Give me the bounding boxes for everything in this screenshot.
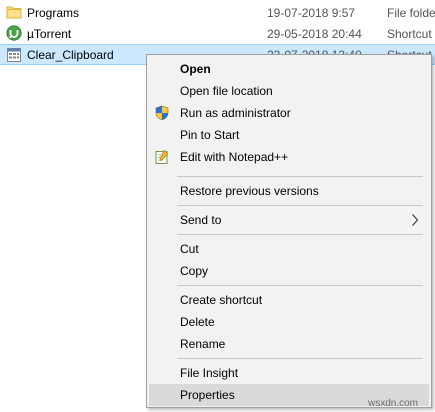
file-name: Clear_Clipboard [27, 47, 114, 62]
menu-item-create-shortcut[interactable]: Create shortcut [149, 289, 429, 311]
file-row-utorrent[interactable]: µTorrent 29-05-2018 20:44 Shortcut [0, 23, 435, 44]
watermark: wsxdn.com [368, 398, 419, 409]
menu-item-label: Delete [180, 315, 215, 329]
menu-item-label: Create shortcut [180, 293, 263, 307]
folder-icon [6, 4, 22, 20]
file-name: µTorrent [27, 26, 72, 41]
file-type: File folde [387, 5, 435, 20]
menu-item-label: Open file location [180, 84, 273, 98]
uac-shield-icon [154, 105, 170, 121]
notepad-plus-plus-icon [154, 149, 170, 165]
menu-item-file-insight[interactable]: File Insight [149, 362, 429, 384]
menu-item-label: Properties [180, 388, 235, 402]
file-type: Shortcut [387, 26, 432, 41]
menu-item-cut[interactable]: Cut [149, 238, 429, 260]
menu-item-label: File Insight [180, 366, 239, 380]
menu-separator [177, 176, 423, 177]
menu-item-label: Restore previous versions [180, 184, 319, 198]
menu-item-open[interactable]: Open [149, 58, 429, 80]
menu-item-restore-previous-versions[interactable]: Restore previous versions [149, 180, 429, 202]
menu-item-label: Cut [180, 242, 199, 256]
menu-item-label: Send to [180, 213, 222, 227]
menu-separator [177, 358, 423, 359]
menu-separator [177, 285, 423, 286]
menu-item-run-as-administrator[interactable]: Run as administrator [149, 102, 429, 124]
menu-item-open-file-location[interactable]: Open file location [149, 80, 429, 102]
menu-item-edit-with-notepad[interactable]: Edit with Notepad++ [149, 146, 429, 168]
menu-separator [177, 205, 423, 206]
file-name: Programs [27, 5, 80, 20]
file-row-programs[interactable]: Programs 19-07-2018 9:57 File folde [0, 2, 435, 23]
menu-item-label: Open [180, 62, 211, 76]
file-date: 19-07-2018 9:57 [267, 5, 356, 20]
file-date: 29-05-2018 20:44 [267, 26, 362, 41]
menu-item-label: Edit with Notepad++ [180, 150, 289, 164]
context-menu: Open Open file location Run as administr… [146, 54, 432, 408]
batch-file-icon [6, 47, 22, 63]
menu-item-label: Run as administrator [180, 106, 291, 120]
menu-item-rename[interactable]: Rename [149, 333, 429, 355]
menu-separator [177, 234, 423, 235]
chevron-right-icon [411, 213, 419, 227]
menu-item-delete[interactable]: Delete [149, 311, 429, 333]
menu-item-pin-to-start[interactable]: Pin to Start [149, 124, 429, 146]
menu-item-copy[interactable]: Copy [149, 260, 429, 282]
utorrent-icon [6, 25, 22, 41]
menu-item-send-to[interactable]: Send to [149, 209, 429, 231]
menu-item-label: Pin to Start [180, 128, 240, 142]
menu-item-label: Copy [180, 264, 209, 278]
menu-item-label: Rename [180, 337, 226, 351]
